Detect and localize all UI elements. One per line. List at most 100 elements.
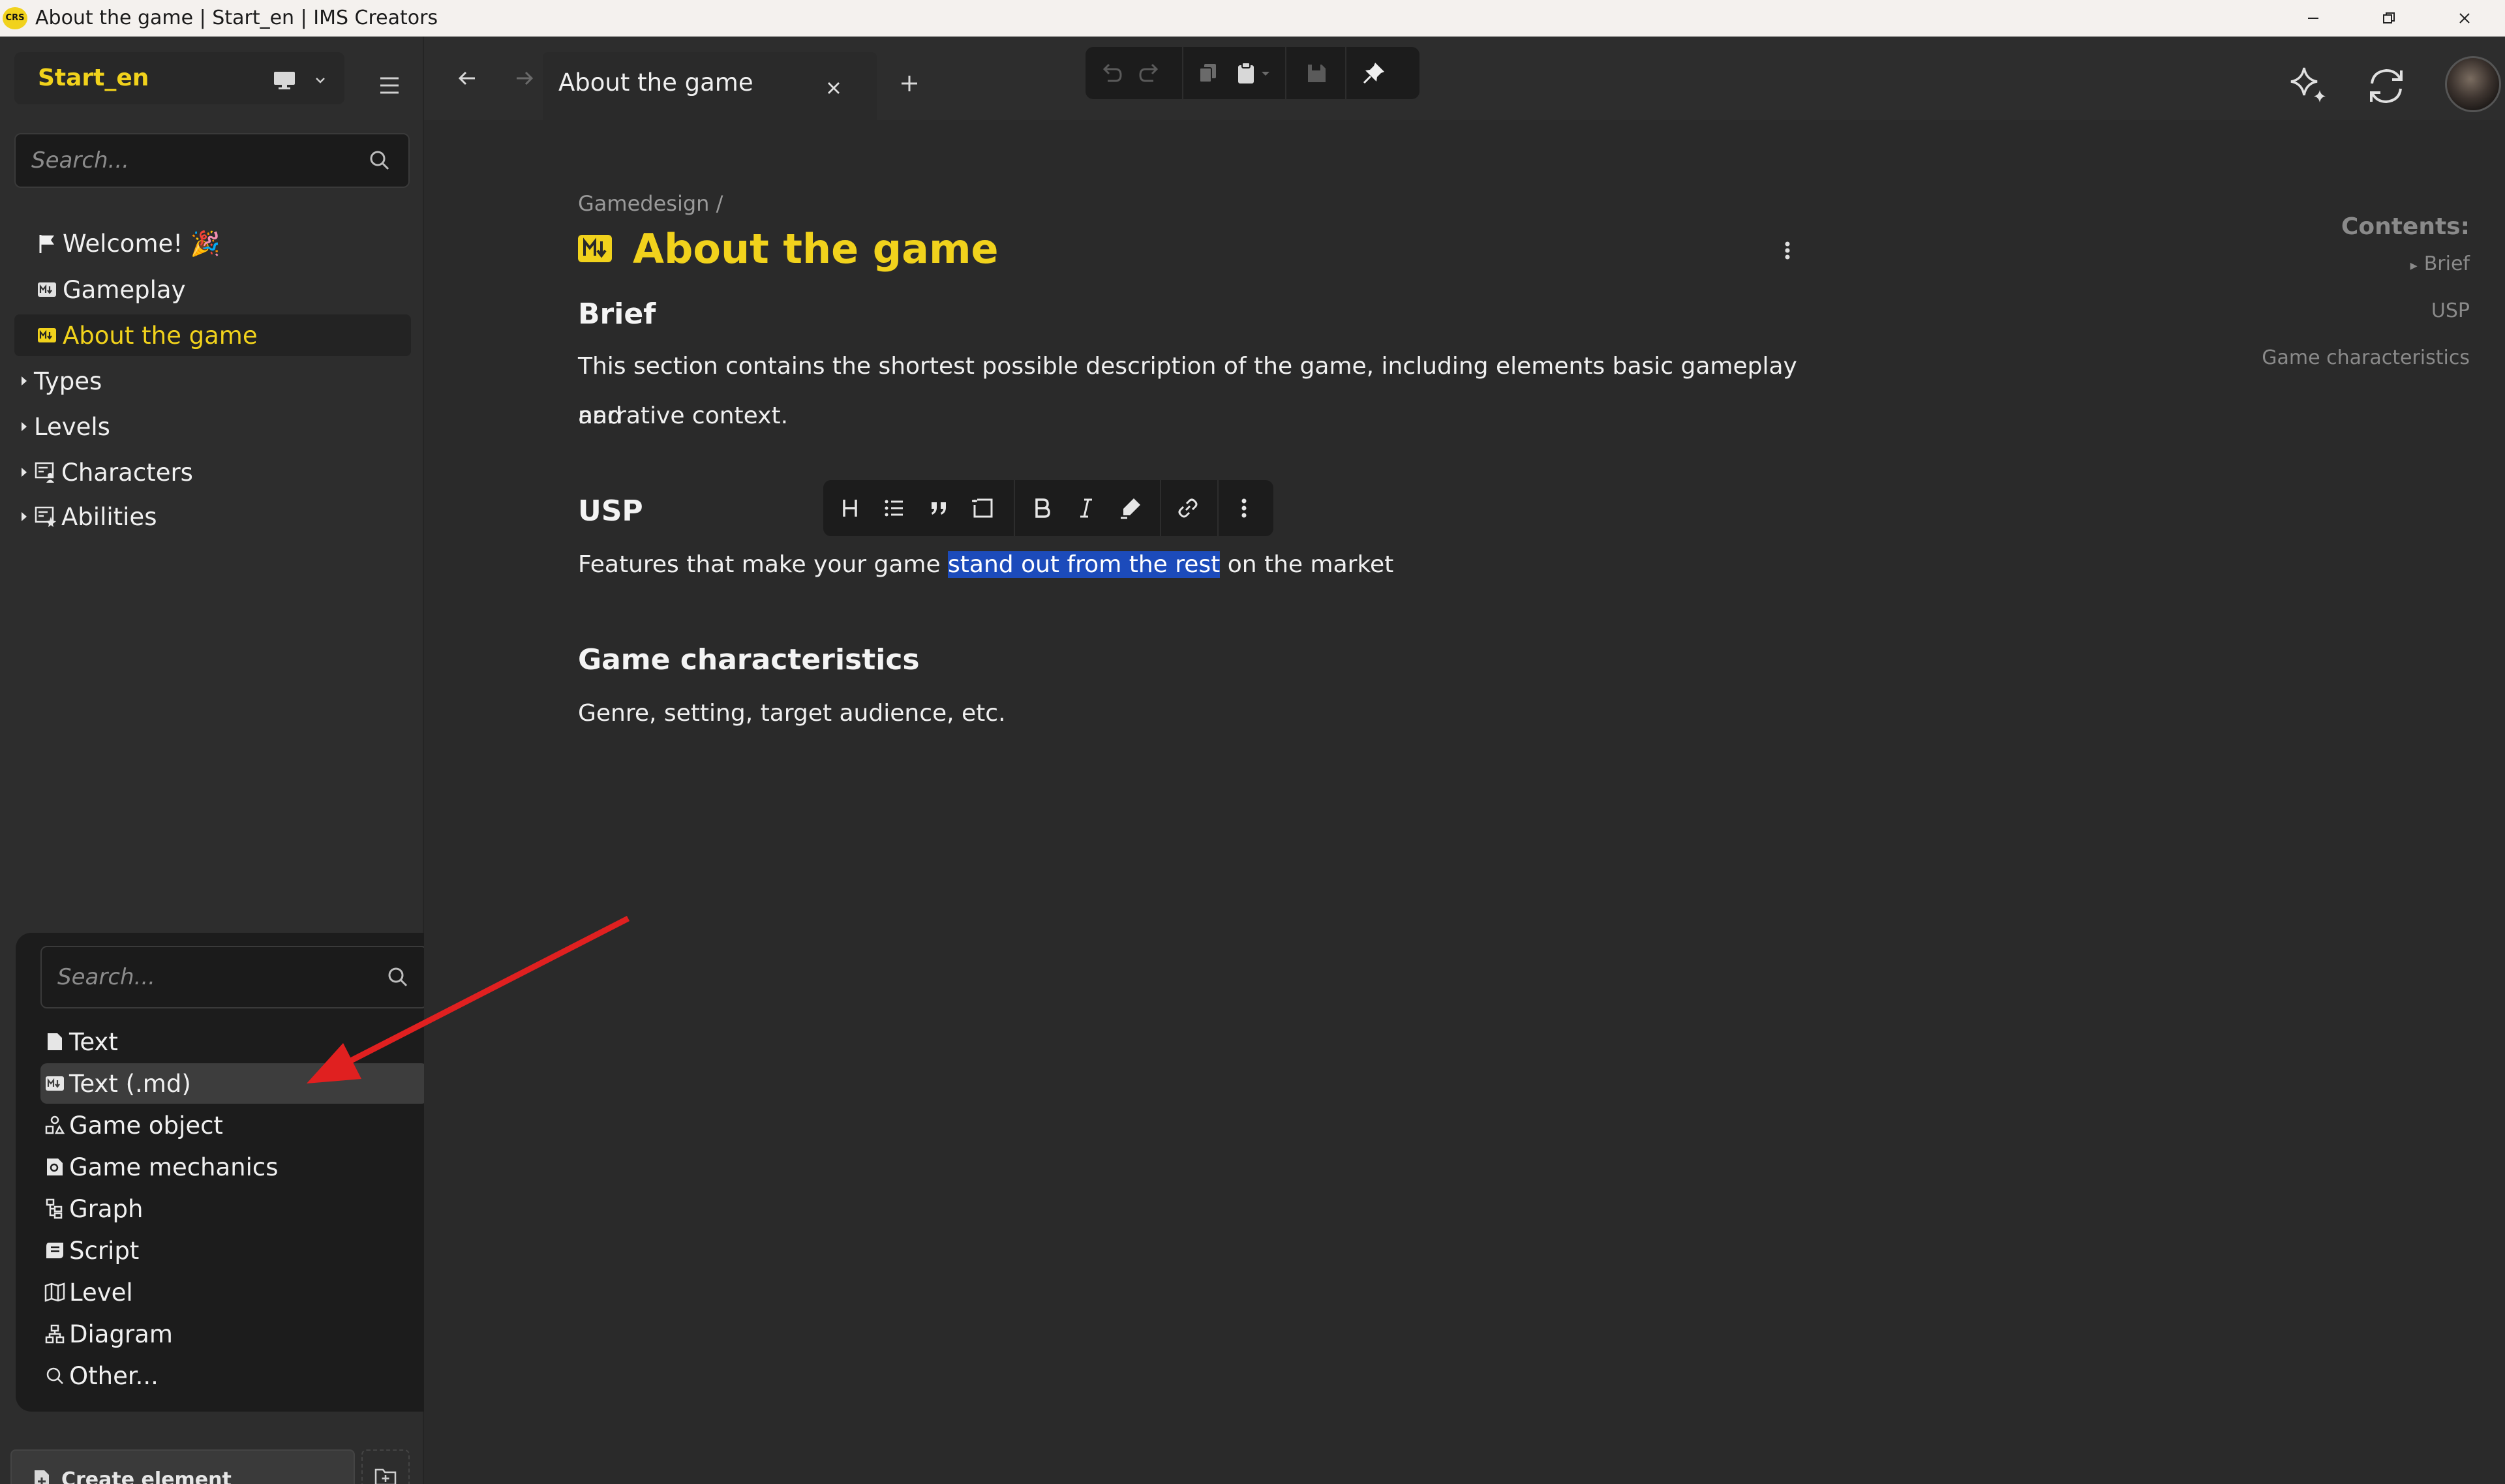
gear-box-icon <box>43 1157 67 1177</box>
tree-item-welcome[interactable]: Welcome! 🎉 <box>35 223 414 265</box>
tree-item-gameplay[interactable]: Gameplay <box>35 269 414 310</box>
sidebar-search-input[interactable]: Search... <box>14 133 410 188</box>
plus-icon <box>902 76 917 91</box>
more-vertical-icon <box>1241 498 1247 518</box>
create-folder-button[interactable] <box>361 1449 410 1484</box>
menu-item-game-object[interactable]: Game object <box>40 1105 428 1145</box>
section-heading-brief[interactable]: Brief <box>578 296 656 333</box>
sync-button[interactable] <box>2361 61 2411 111</box>
window-title-bar: CRS About the game | Start_en | IMS Crea… <box>0 0 2505 37</box>
new-tab-button[interactable] <box>888 64 930 106</box>
characteristics-paragraph[interactable]: Genre, setting, target audience, etc. <box>578 689 1817 738</box>
tree-item-about-the-game[interactable]: About the game <box>14 314 411 356</box>
tree-item-characters[interactable]: Characters <box>17 451 408 493</box>
search-icon <box>388 967 408 987</box>
undo-button[interactable] <box>1096 57 1127 89</box>
graph-icon <box>43 1198 67 1219</box>
link-button[interactable] <box>1172 492 1204 524</box>
text-selection[interactable]: stand out from the rest <box>948 551 1221 578</box>
redo-button[interactable] <box>1134 57 1165 89</box>
code-block-button[interactable] <box>967 492 999 524</box>
document-menu-button[interactable] <box>1774 235 1800 266</box>
bold-button[interactable] <box>1025 492 1058 524</box>
usp-text-before: Features that make your game <box>578 551 949 578</box>
editor-toolbar <box>1086 47 1420 99</box>
menu-item-game-mechanics[interactable]: Game mechanics <box>40 1147 428 1187</box>
menu-item-diagram[interactable]: Diagram <box>40 1314 428 1354</box>
usp-paragraph[interactable]: Features that make your game stand out f… <box>578 540 1817 590</box>
project-switcher[interactable]: Start_en <box>14 52 344 104</box>
tree-item-types[interactable]: Types <box>17 360 408 402</box>
italic-button[interactable] <box>1070 492 1102 524</box>
save-button[interactable] <box>1301 57 1332 89</box>
save-icon <box>1308 65 1326 82</box>
create-element-button[interactable]: Create element <box>10 1449 355 1484</box>
close-window-button[interactable] <box>2427 0 2502 37</box>
menu-item-text[interactable]: Text <box>40 1022 428 1062</box>
toolbar-separator <box>1160 480 1161 536</box>
brief-paragraph-line-2[interactable]: narrative context. <box>578 391 1817 441</box>
toc-item-usp[interactable]: USP <box>2431 299 2470 324</box>
create-element-label: Create element <box>61 1468 232 1484</box>
menu-item-other[interactable]: Other... <box>40 1355 428 1396</box>
toc-item-brief[interactable]: ▸ Brief <box>2410 252 2470 279</box>
toolbar-separator <box>1014 480 1015 536</box>
menu-item-label: Text <box>69 1027 118 1056</box>
create-menu-search-input[interactable]: Search... <box>40 946 428 1008</box>
user-avatar[interactable] <box>2445 56 2501 112</box>
minimize-button[interactable] <box>2275 0 2351 37</box>
pin-button[interactable] <box>1358 57 1389 89</box>
tab-close-button[interactable] <box>817 72 851 106</box>
toolbar-separator <box>1285 47 1286 99</box>
tree-item-levels[interactable]: Levels <box>17 406 408 447</box>
create-element-menu: Search... Text Text (.md) Game object Ga… <box>16 933 451 1412</box>
markdown-icon <box>578 235 612 262</box>
back-button[interactable] <box>446 64 488 95</box>
more-formatting-button[interactable] <box>1228 492 1260 524</box>
toolbar-separator <box>1217 480 1219 536</box>
tree-item-label: Welcome! 🎉 <box>63 230 220 258</box>
sparkle-icon <box>2290 67 2326 102</box>
tab-about-the-game[interactable]: About the game <box>543 52 877 120</box>
section-heading-usp[interactable]: USP <box>578 493 643 530</box>
hamburger-icon <box>380 77 399 94</box>
project-name: Start_en <box>38 65 149 91</box>
arrow-left-icon <box>458 71 475 85</box>
document-title[interactable]: About the game <box>633 224 999 274</box>
window-title: About the game | Start_en | IMS Creators <box>35 7 438 29</box>
pin-icon <box>1363 63 1384 84</box>
breadcrumb[interactable]: Gamedesign / <box>578 190 723 217</box>
menu-item-script[interactable]: Script <box>40 1230 428 1271</box>
menu-item-level[interactable]: Level <box>40 1272 428 1312</box>
markdown-icon <box>43 1076 67 1091</box>
map-icon <box>43 1282 67 1302</box>
top-bar: About the game <box>424 37 2505 120</box>
chevron-down-icon <box>316 78 325 83</box>
bullet-list-button[interactable] <box>878 492 911 524</box>
quote-button[interactable] <box>922 492 955 524</box>
menu-item-label: Other... <box>69 1361 159 1390</box>
copy-button[interactable] <box>1192 57 1224 89</box>
toolbar-separator <box>1182 47 1183 99</box>
paste-options-button[interactable] <box>1256 57 1275 89</box>
search-icon <box>370 151 389 170</box>
forward-button[interactable] <box>504 64 545 95</box>
usp-text-after: on the market <box>1220 551 1394 578</box>
section-heading-game-characteristics[interactable]: Game characteristics <box>578 642 920 678</box>
tree-item-abilities[interactable]: Abilities <box>17 496 408 538</box>
restore-button[interactable] <box>2351 0 2427 37</box>
toc-item-game-characteristics[interactable]: Game characteristics <box>2262 346 2470 371</box>
heading-button[interactable] <box>834 492 866 524</box>
markdown-icon <box>35 282 59 297</box>
ability-board-icon <box>34 506 57 528</box>
ai-assistant-button[interactable] <box>2285 61 2334 111</box>
refresh-icon <box>2370 68 2403 104</box>
close-icon <box>2459 13 2470 23</box>
menu-button[interactable] <box>369 65 410 106</box>
quote-icon <box>932 502 946 515</box>
tree-item-label: Abilities <box>61 502 157 531</box>
highlight-button[interactable] <box>1114 492 1147 524</box>
menu-item-text-md[interactable]: Text (.md) <box>40 1063 428 1104</box>
hierarchy-icon <box>43 1324 67 1344</box>
menu-item-graph[interactable]: Graph <box>40 1189 428 1229</box>
